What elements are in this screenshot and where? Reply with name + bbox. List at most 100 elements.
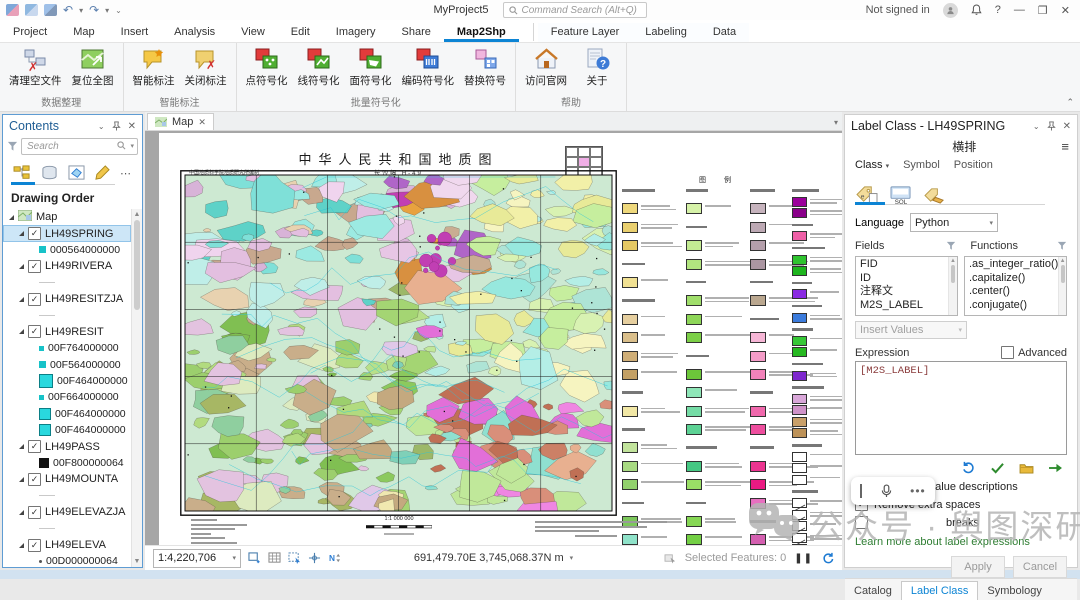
symbol-row[interactable]: 00F664000000 <box>3 389 131 405</box>
function-item[interactable]: .capitalize() <box>969 272 1058 286</box>
ribbon-button-close-label[interactable]: ✗关闭标注 <box>182 46 230 89</box>
export-expression-icon[interactable] <box>1048 462 1063 474</box>
symbol-row[interactable]: 00F464000000 <box>3 406 131 422</box>
symbol-row[interactable]: 00F464000000 <box>3 422 131 438</box>
ribbon-button-smart-label[interactable]: 智能标注 <box>130 46 178 89</box>
tab-list-chevron-icon[interactable]: ▾ <box>834 118 838 127</box>
ribbon-tab-map2shp[interactable]: Map2Shp <box>444 23 519 42</box>
label-style-icon[interactable] <box>923 185 947 205</box>
layer-row-lh49spring[interactable]: ✓LH49SPRING <box>3 225 131 241</box>
add-data-icon[interactable] <box>44 4 57 16</box>
function-item[interactable]: .center() <box>969 285 1058 299</box>
symbol-row[interactable]: 00F800000064 <box>3 455 131 471</box>
insert-values-select[interactable]: Insert Values ▾ <box>855 321 967 339</box>
filter-funnel-icon[interactable] <box>7 141 18 152</box>
sql-query-icon[interactable]: SQL <box>889 185 913 205</box>
ribbon-button-website[interactable]: 访问官网 <box>522 46 570 89</box>
symbol-row[interactable]: 00F564000000 <box>3 357 131 373</box>
function-item[interactable]: .conjugate() <box>969 299 1058 313</box>
list-by-editing-pencil-icon[interactable] <box>95 165 110 181</box>
ribbon-button-reset-map[interactable]: 复位全图 <box>69 46 117 89</box>
close-icon[interactable]: ✕ <box>1061 4 1070 17</box>
map-canvas[interactable]: 中华人民共和国地质图 中国地质科学院地质研究所编制 长沙幅 H-49 图 例 1… <box>145 131 842 545</box>
layer-visibility-checkbox[interactable]: ✓ <box>28 227 41 240</box>
symbol-row[interactable] <box>3 488 131 504</box>
scroll-down-icon[interactable]: ▼ <box>134 558 141 565</box>
text-cursor-icon[interactable] <box>860 484 862 498</box>
functions-filter-icon[interactable] <box>1057 241 1067 251</box>
restore-icon[interactable]: ❐ <box>1038 4 1048 17</box>
coords-units-chevron-icon[interactable]: ▾ <box>570 554 574 562</box>
ribbon-button-poly-sym[interactable]: 面符号化 <box>347 46 395 89</box>
expression-editor[interactable]: [M2S_LABEL] <box>855 361 1067 455</box>
help-icon[interactable]: ? <box>995 4 1001 16</box>
layer-visibility-checkbox[interactable]: ✓ <box>28 539 41 552</box>
learn-more-link[interactable]: Learn more about label expressions <box>845 530 1077 548</box>
ribbon-button-code-sym[interactable]: 编码符号化 <box>399 46 458 89</box>
ribbon-collapse-icon[interactable]: ⌃ <box>1066 97 1074 108</box>
pin-icon[interactable] <box>112 121 121 131</box>
microphone-icon[interactable] <box>881 484 892 498</box>
refresh-icon[interactable] <box>821 552 834 564</box>
layer-row-lh49pass[interactable]: ✓LH49PASS <box>3 438 131 454</box>
bottom-tab-symbology[interactable]: Symbology <box>978 582 1050 600</box>
panel-menu-chevron-icon[interactable]: ⌄ <box>98 122 105 131</box>
map-layout-page[interactable]: 中华人民共和国地质图 中国地质科学院地质研究所编制 长沙幅 H-49 图 例 1… <box>159 133 842 545</box>
map-view-tab[interactable]: Map ✕ <box>147 113 214 130</box>
tree-item-map[interactable]: Map <box>3 209 131 225</box>
ribbon-button-point-sym[interactable]: 点符号化 <box>243 46 291 89</box>
search-history-chevron-icon[interactable]: ▾ <box>130 142 134 150</box>
bottom-tab-label-class[interactable]: Label Class <box>901 581 978 600</box>
attribute-table-icon[interactable] <box>268 552 281 564</box>
function-item[interactable]: .as_integer_ratio() <box>969 258 1058 272</box>
list-by-selection-icon[interactable] <box>68 165 85 181</box>
ribbon-tab-project[interactable]: Project <box>0 23 60 42</box>
ribbon-button-about[interactable]: ?关于 <box>574 46 620 89</box>
open-project-icon[interactable] <box>25 4 38 16</box>
notifications-bell-icon[interactable] <box>971 4 982 16</box>
layer-row-lh49rivera[interactable]: ✓LH49RIVERA <box>3 258 131 274</box>
layer-visibility-checkbox[interactable]: ✓ <box>28 260 41 273</box>
fields-list[interactable]: FIDID注释文M2S_LABEL ▲ <box>855 256 958 316</box>
undo-dropdown-icon[interactable]: ▾ <box>79 6 83 15</box>
account-avatar[interactable] <box>943 3 958 18</box>
symbol-row[interactable] <box>3 520 131 536</box>
symbol-row[interactable]: 00F464000000 <box>3 373 131 389</box>
ribbon-tab-imagery[interactable]: Imagery <box>323 23 389 42</box>
symbol-row[interactable]: 00D000000064 <box>3 553 131 567</box>
layer-visibility-checkbox[interactable]: ✓ <box>28 440 41 453</box>
panel-close-icon[interactable]: ✕ <box>128 121 136 132</box>
snapping-crosshair-icon[interactable] <box>308 552 321 564</box>
ribbon-button-line-sym[interactable]: 线符号化 <box>295 46 343 89</box>
more-options-ellipsis-icon[interactable]: ⋯ <box>120 167 132 180</box>
minimize-icon[interactable]: — <box>1014 4 1025 16</box>
pause-drawing-icon[interactable]: ❚❚ <box>794 553 813 564</box>
layer-row-lh49resitzja[interactable]: ✓LH49RESITZJA <box>3 291 131 307</box>
redo-icon[interactable]: ↷ <box>89 4 99 16</box>
list-by-data-source-icon[interactable] <box>41 165 58 181</box>
symbol-row[interactable]: 00F764000000 <box>3 340 131 356</box>
map-scale-select[interactable]: 1:4,220,706 ▾ <box>153 549 241 568</box>
scrollbar-thumb[interactable] <box>134 220 140 310</box>
layer-visibility-checkbox[interactable]: ✓ <box>28 293 41 306</box>
selected-features-count[interactable]: Selected Features: 0 <box>685 552 787 564</box>
ribbon-tab-feature-layer[interactable]: Feature Layer <box>538 23 632 42</box>
functions-list[interactable]: .as_integer_ratio().capitalize().center(… <box>964 256 1067 316</box>
north-arrow-icon[interactable]: N <box>328 552 342 564</box>
new-layout-icon[interactable] <box>248 552 261 564</box>
field-item[interactable]: M2S_LABEL <box>860 299 948 313</box>
ribbon-button-replace-sym[interactable]: 替换符号 <box>461 46 509 89</box>
advanced-checkbox[interactable] <box>1001 346 1014 359</box>
pin-icon[interactable] <box>1047 121 1056 131</box>
verify-expression-icon[interactable] <box>990 462 1005 474</box>
field-item[interactable]: ID <box>860 272 948 286</box>
ribbon-button-clean[interactable]: ✗清理空文件 <box>6 46 65 89</box>
ribbon-tab-view[interactable]: View <box>228 23 278 42</box>
sign-in-status[interactable]: Not signed in <box>866 4 930 16</box>
field-item[interactable]: FID <box>860 258 948 272</box>
save-project-icon[interactable] <box>6 4 19 16</box>
field-item[interactable]: 注释文 <box>860 285 948 299</box>
open-expression-folder-icon[interactable] <box>1019 462 1034 474</box>
selection-tools-icon[interactable] <box>288 552 301 564</box>
fields-filter-icon[interactable] <box>946 241 956 251</box>
